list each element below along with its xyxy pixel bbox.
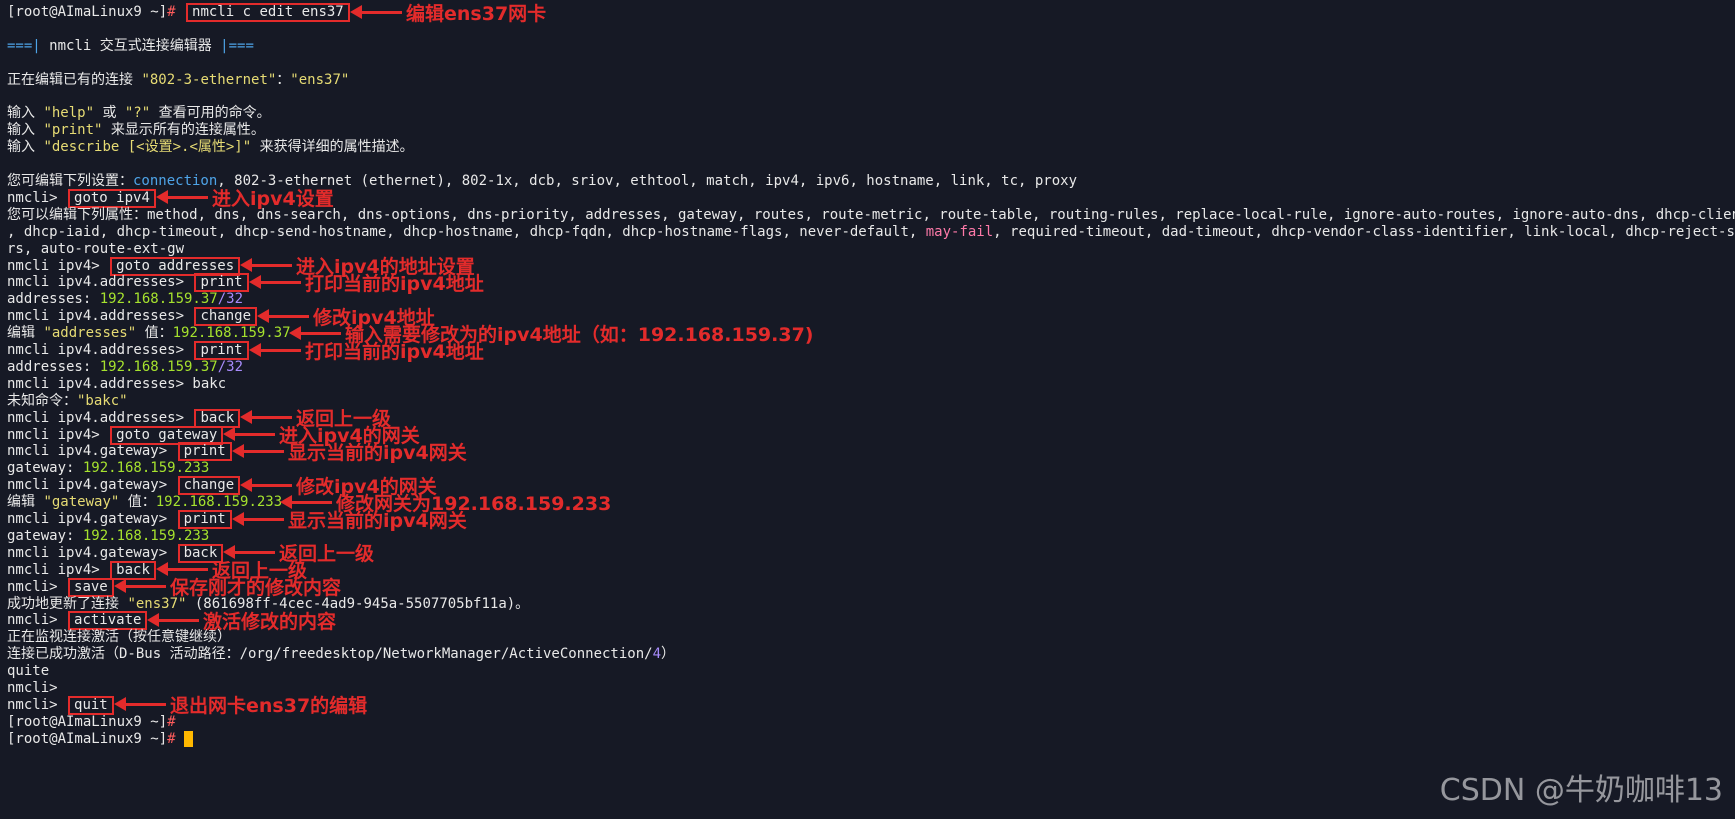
annotation-text: 编辑ens37网卡 xyxy=(406,2,547,25)
annotation-text: 保存刚才的修改内容 xyxy=(170,577,342,600)
annotation-label: 保存刚才的修改内容 xyxy=(114,575,342,600)
annotation-label: 打印当前的ipv4地址 xyxy=(249,338,484,363)
arrow-left-icon xyxy=(280,494,332,509)
annotation-text: 显示当前的ipv4网关 xyxy=(288,509,467,532)
annotation-text: 退出网卡ens37的编辑 xyxy=(170,695,368,718)
annotation-label: 显示当前的ipv4网关 xyxy=(232,439,467,464)
arrow-left-icon xyxy=(289,325,341,340)
arrow-left-icon xyxy=(114,697,166,712)
arrow-left-icon xyxy=(156,190,208,205)
arrow-left-icon xyxy=(249,274,301,289)
arrow-left-icon xyxy=(156,562,208,577)
arrow-left-icon xyxy=(114,579,166,594)
annotation-label: 进入ipv4设置 xyxy=(156,186,334,211)
arrow-left-icon xyxy=(232,443,284,458)
annotation-label: 显示当前的ipv4网关 xyxy=(232,507,467,532)
arrow-left-icon xyxy=(249,342,301,357)
watermark: CSDN @牛奶咖啡13 xyxy=(1439,773,1723,808)
arrow-left-icon xyxy=(240,258,292,272)
arrow-left-icon xyxy=(147,612,199,627)
arrow-left-icon xyxy=(223,545,275,560)
annotation-text: 激活修改的内容 xyxy=(203,610,337,633)
annotation-text: 打印当前的ipv4地址 xyxy=(305,272,484,295)
annotation-layer: 编辑ens37网卡 进入ipv4设置 进入ipv4的地址设置 打印当前的ipv4地址修… xyxy=(0,0,1735,819)
annotation-text: 显示当前的ipv4网关 xyxy=(288,441,467,464)
arrow-left-icon xyxy=(257,308,309,323)
arrow-left-icon xyxy=(240,410,292,425)
arrow-left-icon xyxy=(232,511,284,526)
annotation-label: 打印当前的ipv4地址 xyxy=(249,270,484,295)
annotation-label: 编辑ens37网卡 xyxy=(350,0,547,25)
annotation-text: 进入ipv4设置 xyxy=(212,188,334,211)
arrow-left-icon xyxy=(240,477,292,492)
annotation-label: 激活修改的内容 xyxy=(147,608,337,633)
arrow-left-icon xyxy=(350,4,402,19)
annotation-label: 退出网卡ens37的编辑 xyxy=(114,693,368,718)
arrow-left-icon xyxy=(223,427,275,441)
annotation-text: 打印当前的ipv4地址 xyxy=(305,340,484,363)
